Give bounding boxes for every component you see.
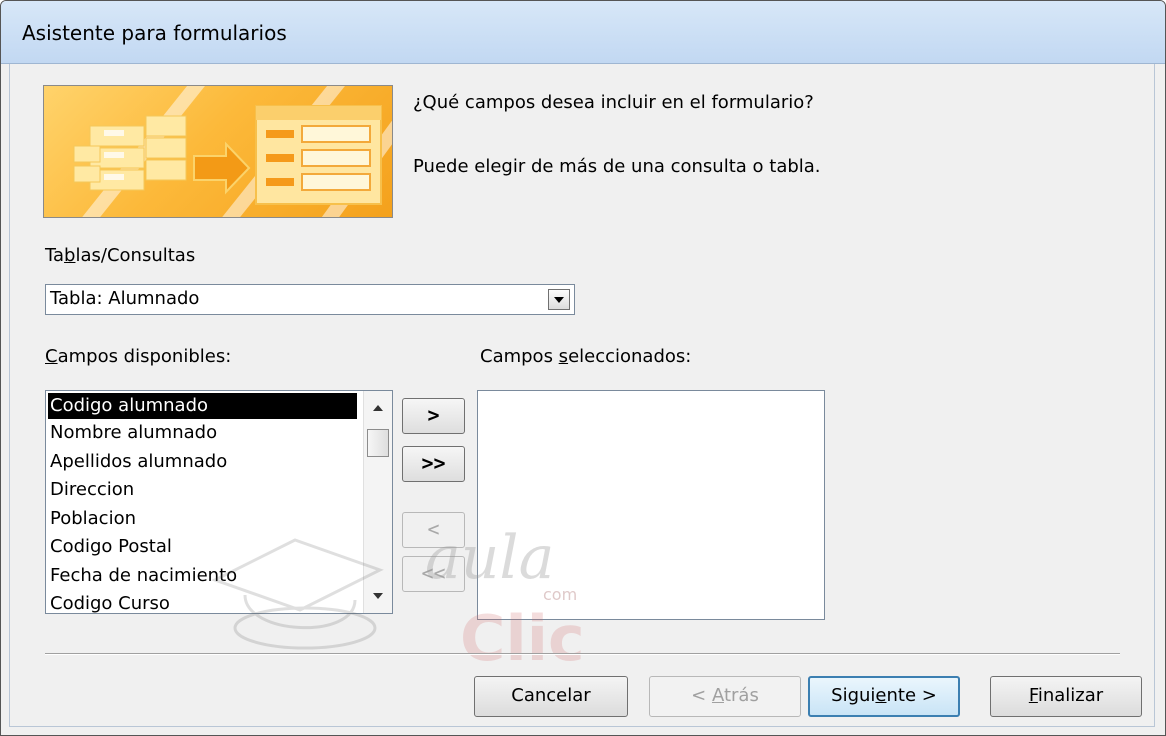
next-button[interactable]: Siguiente > [808, 676, 960, 717]
list-item[interactable]: Codigo alumnado [48, 393, 357, 419]
wizard-window: Asistente para formularios ¿Qué campos d… [0, 0, 1166, 736]
wizard-hint: Puede elegir de más de una consulta o ta… [413, 156, 821, 177]
dropdown-arrow-button[interactable] [548, 289, 570, 310]
wizard-banner-image [43, 85, 393, 218]
add-all-fields-button[interactable]: >> [402, 446, 465, 482]
scrollbar-thumb[interactable] [367, 429, 389, 457]
list-item[interactable]: Codigo Postal [46, 533, 360, 562]
list-item[interactable]: Nombre alumnado [46, 419, 360, 448]
list-scrollbar[interactable] [363, 391, 392, 613]
tables-queries-label: Tablas/Consultas [45, 245, 196, 266]
remove-field-button[interactable]: < [402, 512, 465, 548]
footer-divider [45, 653, 1120, 655]
window-title: Asistente para formularios [22, 21, 287, 45]
cancel-button[interactable]: Cancelar [474, 676, 628, 717]
wizard-question: ¿Qué campos desea incluir en el formular… [413, 92, 814, 113]
add-field-button[interactable]: > [402, 398, 465, 434]
title-bar[interactable]: Asistente para formularios [1, 1, 1165, 64]
back-button[interactable]: < Atrás [649, 676, 801, 717]
list-item[interactable]: Apellidos alumnado [46, 448, 360, 477]
list-item[interactable]: Direccion [46, 476, 360, 505]
available-fields-label: Campos disponibles: [45, 346, 232, 367]
form-wizard-illustration [73, 86, 392, 217]
list-item[interactable]: Codigo Curso [46, 590, 360, 613]
list-item[interactable]: Poblacion [46, 505, 360, 534]
wizard-client-area: ¿Qué campos desea incluir en el formular… [9, 64, 1155, 727]
available-fields-list[interactable]: Codigo alumnado Nombre alumnado Apellido… [45, 390, 393, 614]
remove-all-fields-button[interactable]: << [402, 556, 465, 592]
chevron-down-icon [554, 297, 564, 303]
list-item[interactable]: Fecha de nacimiento [46, 562, 360, 591]
scroll-down-icon[interactable] [373, 593, 383, 599]
selected-fields-list[interactable] [477, 390, 825, 620]
tables-queries-value: Tabla: Alumnado [50, 288, 200, 309]
finish-button[interactable]: Finalizar [990, 676, 1142, 717]
scroll-up-icon[interactable] [373, 405, 383, 411]
selected-fields-label: Campos seleccionados: [480, 346, 692, 367]
tables-queries-dropdown[interactable]: Tabla: Alumnado [45, 284, 575, 315]
